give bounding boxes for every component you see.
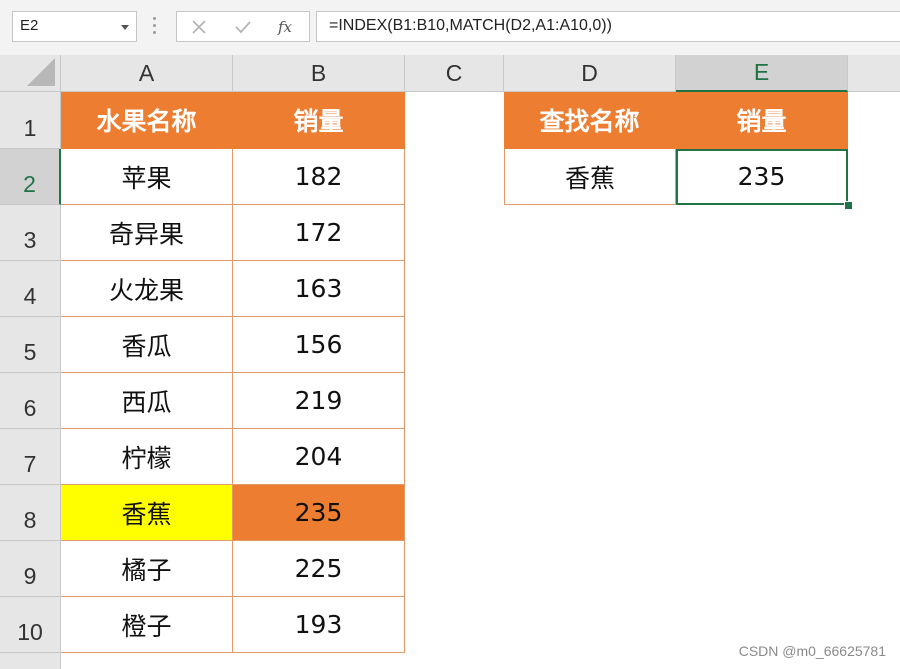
row-header-2[interactable]: 2 (0, 149, 61, 205)
row-header-5[interactable]: 5 (0, 317, 61, 373)
select-all-corner[interactable] (0, 55, 61, 92)
cell-e2[interactable]: 235 (676, 149, 848, 205)
cell-a9[interactable]: 橘子 (61, 541, 233, 597)
cell-b7[interactable]: 204 (233, 429, 405, 485)
cell-a6[interactable]: 西瓜 (61, 373, 233, 429)
cell-b10[interactable]: 193 (233, 597, 405, 653)
name-box-value: E2 (20, 17, 39, 34)
cell-a5[interactable]: 香瓜 (61, 317, 233, 373)
row-header-1[interactable]: 1 (0, 92, 61, 149)
column-header-d[interactable]: D (504, 55, 676, 92)
row-header-3[interactable]: 3 (0, 205, 61, 261)
cell-a2[interactable]: 苹果 (61, 149, 233, 205)
cell-a8[interactable]: 香蕉 (61, 485, 233, 541)
cell-d2[interactable]: 香蕉 (504, 149, 676, 205)
chevron-down-icon[interactable] (121, 25, 129, 30)
row-header-7[interactable]: 7 (0, 429, 61, 485)
fx-icon[interactable]: fx (267, 12, 307, 41)
cell-b8[interactable]: 235 (233, 485, 405, 541)
cell-a10[interactable]: 橙子 (61, 597, 233, 653)
worksheet: A B C D E 1 2 3 4 5 6 7 8 9 10 水果名称 销量 苹… (0, 55, 900, 669)
watermark: CSDN @m0_66625781 (738, 643, 886, 659)
cell-b6[interactable]: 219 (233, 373, 405, 429)
column-header-a[interactable]: A (61, 55, 233, 92)
checkmark-icon[interactable] (223, 12, 263, 41)
cancel-x-icon[interactable] (179, 12, 219, 41)
row-header-6[interactable]: 6 (0, 373, 61, 429)
cell-a7[interactable]: 柠檬 (61, 429, 233, 485)
row-header-4[interactable]: 4 (0, 261, 61, 317)
cell-a1[interactable]: 水果名称 (61, 92, 233, 149)
column-header-f[interactable] (848, 55, 900, 92)
cell-b2[interactable]: 182 (233, 149, 405, 205)
cell-a4[interactable]: 火龙果 (61, 261, 233, 317)
cell-d1[interactable]: 查找名称 (504, 92, 676, 149)
cell-b9[interactable]: 225 (233, 541, 405, 597)
cell-b3[interactable]: 172 (233, 205, 405, 261)
drag-handle-icon[interactable] (153, 17, 156, 37)
cell-e1[interactable]: 销量 (676, 92, 848, 149)
column-header-b[interactable]: B (233, 55, 405, 92)
column-header-c[interactable]: C (405, 55, 504, 92)
cell-a3[interactable]: 奇异果 (61, 205, 233, 261)
formula-actions: fx (176, 11, 310, 42)
row-header-9[interactable]: 9 (0, 541, 61, 597)
name-box[interactable]: E2 (12, 11, 137, 42)
formula-input[interactable]: =INDEX(B1:B10,MATCH(D2,A1:A10,0)) (316, 11, 900, 42)
formula-text: =INDEX(B1:B10,MATCH(D2,A1:A10,0)) (329, 17, 612, 34)
formula-bar: E2 fx =INDEX(B1:B10,MATCH(D2,A1:A10,0)) (0, 0, 900, 55)
svg-text:fx: fx (277, 18, 293, 36)
cell-b1[interactable]: 销量 (233, 92, 405, 149)
cell-b4[interactable]: 163 (233, 261, 405, 317)
row-header-8[interactable]: 8 (0, 485, 61, 541)
column-header-e[interactable]: E (676, 55, 848, 92)
row-header-11[interactable] (0, 653, 61, 669)
fill-handle[interactable] (844, 201, 853, 210)
row-header-10[interactable]: 10 (0, 597, 61, 653)
select-all-triangle-icon (27, 58, 55, 86)
cell-b5[interactable]: 156 (233, 317, 405, 373)
